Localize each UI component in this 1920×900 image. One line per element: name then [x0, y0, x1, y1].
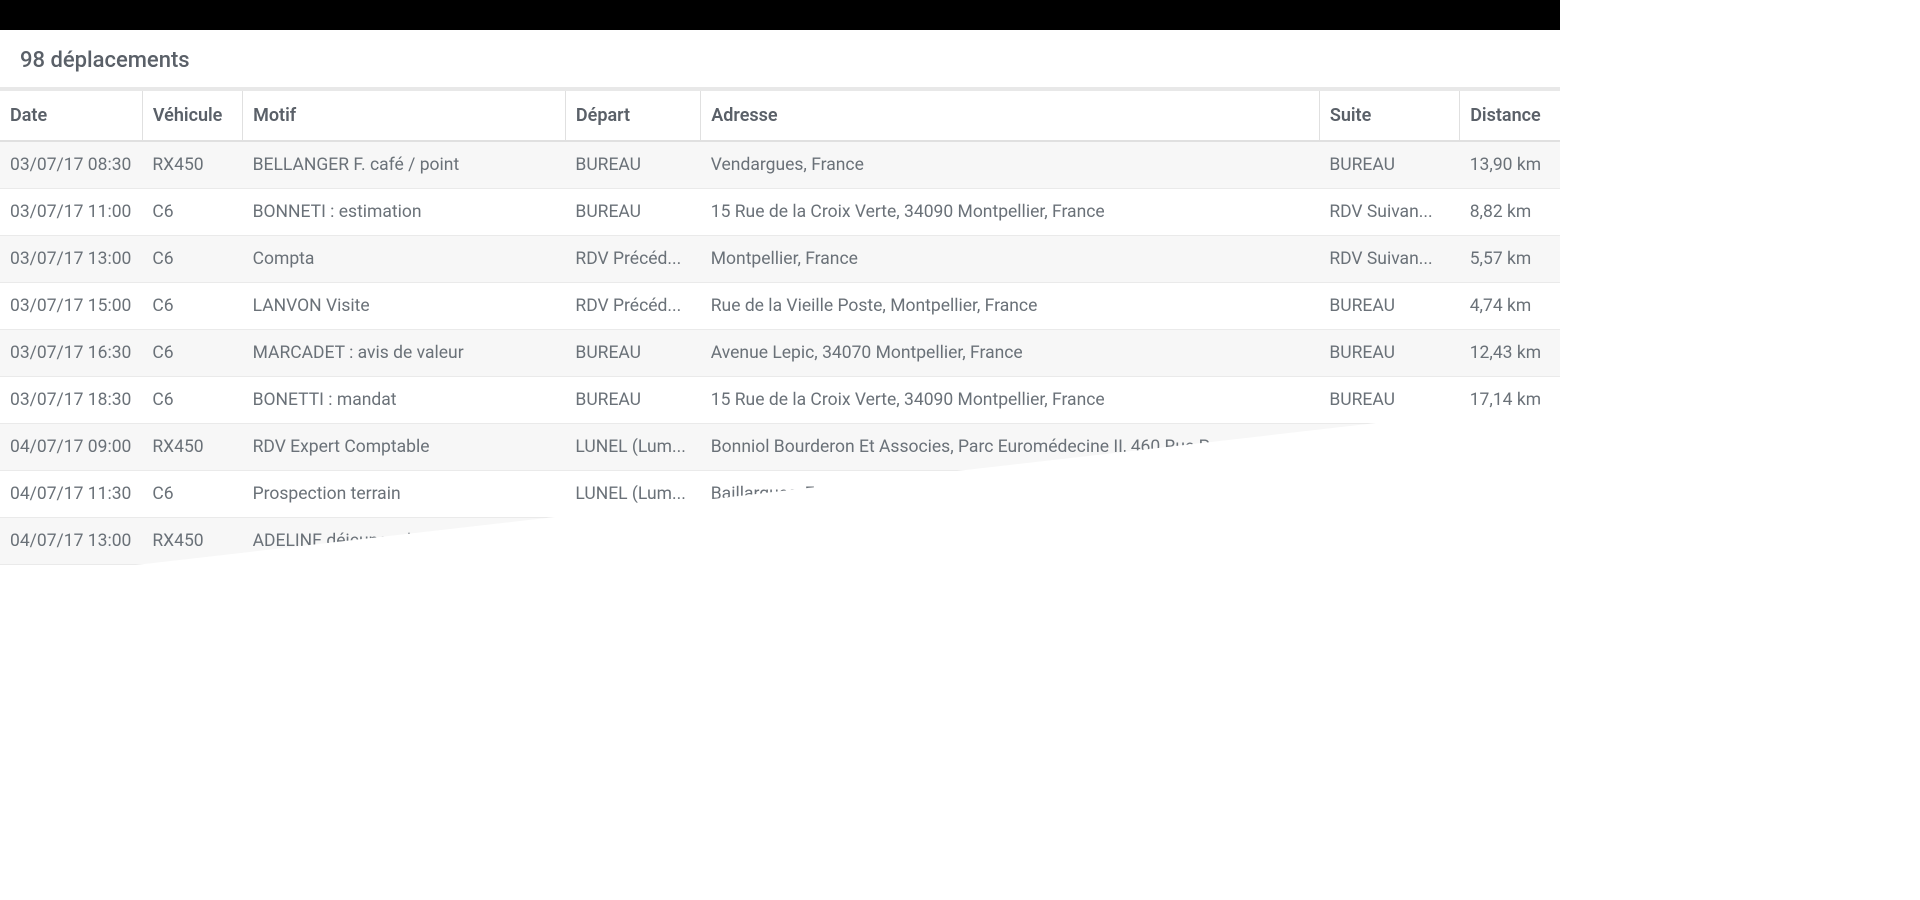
cell-adresse: Rue de la Vieille Poste, Montpellier, Fr… [701, 283, 1320, 330]
cell-motif: RDV Expert Comptable [243, 424, 566, 471]
table-row[interactable]: 03/07/17 08:30RX450BELLANGER F. café / p… [0, 141, 1560, 189]
table-row[interactable]: 03/07/17 13:00C6ComptaRDV Précéd...Montp… [0, 236, 1560, 283]
cell-vehicule: C6 [142, 330, 242, 377]
cell-vehicule: RX450 [142, 518, 242, 565]
cell-suite: BUREAU [1319, 283, 1459, 330]
cell-distance: 5,57 km [1460, 236, 1560, 283]
title-bar: 98 déplacements [0, 30, 1560, 91]
cell-motif: ADELINE déjeuner chez Lecle [243, 518, 566, 565]
cell-motif: BONNETI : estimation [243, 189, 566, 236]
cell-depart: BUREAU [565, 189, 700, 236]
cell-date: 03/07/17 11:00 [0, 189, 142, 236]
col-header-depart[interactable]: Départ [565, 91, 700, 141]
cell-adresse [701, 565, 1320, 612]
cell-adresse: Montpellier, France [701, 236, 1320, 283]
col-header-vehicule[interactable]: Véhicule [142, 91, 242, 141]
cell-vehicule: C6 [142, 236, 242, 283]
cell-distance [1460, 424, 1560, 471]
cell-adresse: 15 Rue de la Croix Verte, 34090 Montpell… [701, 377, 1320, 424]
cell-suite [1319, 565, 1459, 612]
table-row[interactable]: 04/07/17 11:30C6Prospection terrainLUNEL… [0, 471, 1560, 518]
table-row[interactable]: 04/07/17 15:0 [0, 565, 1560, 612]
cell-vehicule: C6 [142, 377, 242, 424]
cell-depart: BUREAU [565, 330, 700, 377]
cell-adresse: Avenue Lepic, 34070 Montpellier, France [701, 330, 1320, 377]
cell-depart [565, 518, 700, 565]
cell-suite [1319, 518, 1459, 565]
cell-vehicule: C6 [142, 471, 242, 518]
cell-vehicule [142, 565, 242, 612]
table-row[interactable]: 03/07/17 15:00C6LANVON VisiteRDV Précéd.… [0, 283, 1560, 330]
cell-vehicule: C6 [142, 189, 242, 236]
table-row[interactable]: 04/07/17 09:00RX450RDV Expert ComptableL… [0, 424, 1560, 471]
col-header-distance[interactable]: Distance [1460, 91, 1560, 141]
cell-motif [243, 565, 566, 612]
table-row[interactable]: 04/07/17 13:00RX450ADELINE déjeuner chez… [0, 518, 1560, 565]
cell-depart [565, 565, 700, 612]
cell-adresse: Baillargues, France [701, 471, 1320, 518]
cell-suite: BUREAU [1319, 377, 1459, 424]
trips-table: Date Véhicule Motif Départ Adresse Suite… [0, 91, 1560, 612]
cell-motif: Compta [243, 236, 566, 283]
cell-suite: BUREAU [1319, 330, 1459, 377]
cell-suite: RDV Suivan... [1319, 189, 1459, 236]
page-title: 98 déplacements [20, 48, 1540, 73]
col-header-date[interactable]: Date [0, 91, 142, 141]
cell-adresse [701, 518, 1320, 565]
cell-date: 04/07/17 11:30 [0, 471, 142, 518]
cell-distance [1460, 518, 1560, 565]
cell-date: 04/07/17 09:00 [0, 424, 142, 471]
cell-vehicule: C6 [142, 283, 242, 330]
cell-date: 03/07/17 13:00 [0, 236, 142, 283]
cell-depart: RDV Précéd... [565, 283, 700, 330]
cell-depart: BUREAU [565, 377, 700, 424]
cell-date: 04/07/17 13:00 [0, 518, 142, 565]
cell-motif: BONETTI : mandat [243, 377, 566, 424]
cell-adresse: Vendargues, France [701, 141, 1320, 189]
col-header-adresse[interactable]: Adresse [701, 91, 1320, 141]
top-black-bar [0, 0, 1560, 30]
table-row[interactable]: 03/07/17 18:30C6BONETTI : mandatBUREAU15… [0, 377, 1560, 424]
table-header-row: Date Véhicule Motif Départ Adresse Suite… [0, 91, 1560, 141]
cell-suite: BUREAU [1319, 141, 1459, 189]
cell-distance: 8,82 km [1460, 189, 1560, 236]
cell-distance [1460, 565, 1560, 612]
cell-vehicule: RX450 [142, 141, 242, 189]
cell-suite [1319, 424, 1459, 471]
cell-motif: MARCADET : avis de valeur [243, 330, 566, 377]
cell-distance: 12,43 km [1460, 330, 1560, 377]
cell-depart: LUNEL (Lum... [565, 424, 700, 471]
cell-distance: 13,90 km [1460, 141, 1560, 189]
cell-distance: 17,14 km [1460, 377, 1560, 424]
cell-vehicule: RX450 [142, 424, 242, 471]
table-row[interactable]: 03/07/17 11:00C6BONNETI : estimationBURE… [0, 189, 1560, 236]
cell-date: 03/07/17 15:00 [0, 283, 142, 330]
cell-depart: BUREAU [565, 141, 700, 189]
col-header-motif[interactable]: Motif [243, 91, 566, 141]
cell-distance: 4,74 km [1460, 283, 1560, 330]
cell-motif: BELLANGER F. café / point [243, 141, 566, 189]
cell-suite [1319, 471, 1459, 518]
cell-distance [1460, 471, 1560, 518]
cell-date: 03/07/17 16:30 [0, 330, 142, 377]
cell-date: 03/07/17 08:30 [0, 141, 142, 189]
cell-depart: LUNEL (Lum... [565, 471, 700, 518]
col-header-suite[interactable]: Suite [1319, 91, 1459, 141]
cell-motif: Prospection terrain [243, 471, 566, 518]
cell-adresse: Bonniol Bourderon Et Associes, Parc Euro… [701, 424, 1320, 471]
cell-date: 04/07/17 15:0 [0, 565, 142, 612]
cell-date: 03/07/17 18:30 [0, 377, 142, 424]
cell-motif: LANVON Visite [243, 283, 566, 330]
cell-depart: RDV Précéd... [565, 236, 700, 283]
cell-adresse: 15 Rue de la Croix Verte, 34090 Montpell… [701, 189, 1320, 236]
cell-suite: RDV Suivan... [1319, 236, 1459, 283]
table-row[interactable]: 03/07/17 16:30C6MARCADET : avis de valeu… [0, 330, 1560, 377]
